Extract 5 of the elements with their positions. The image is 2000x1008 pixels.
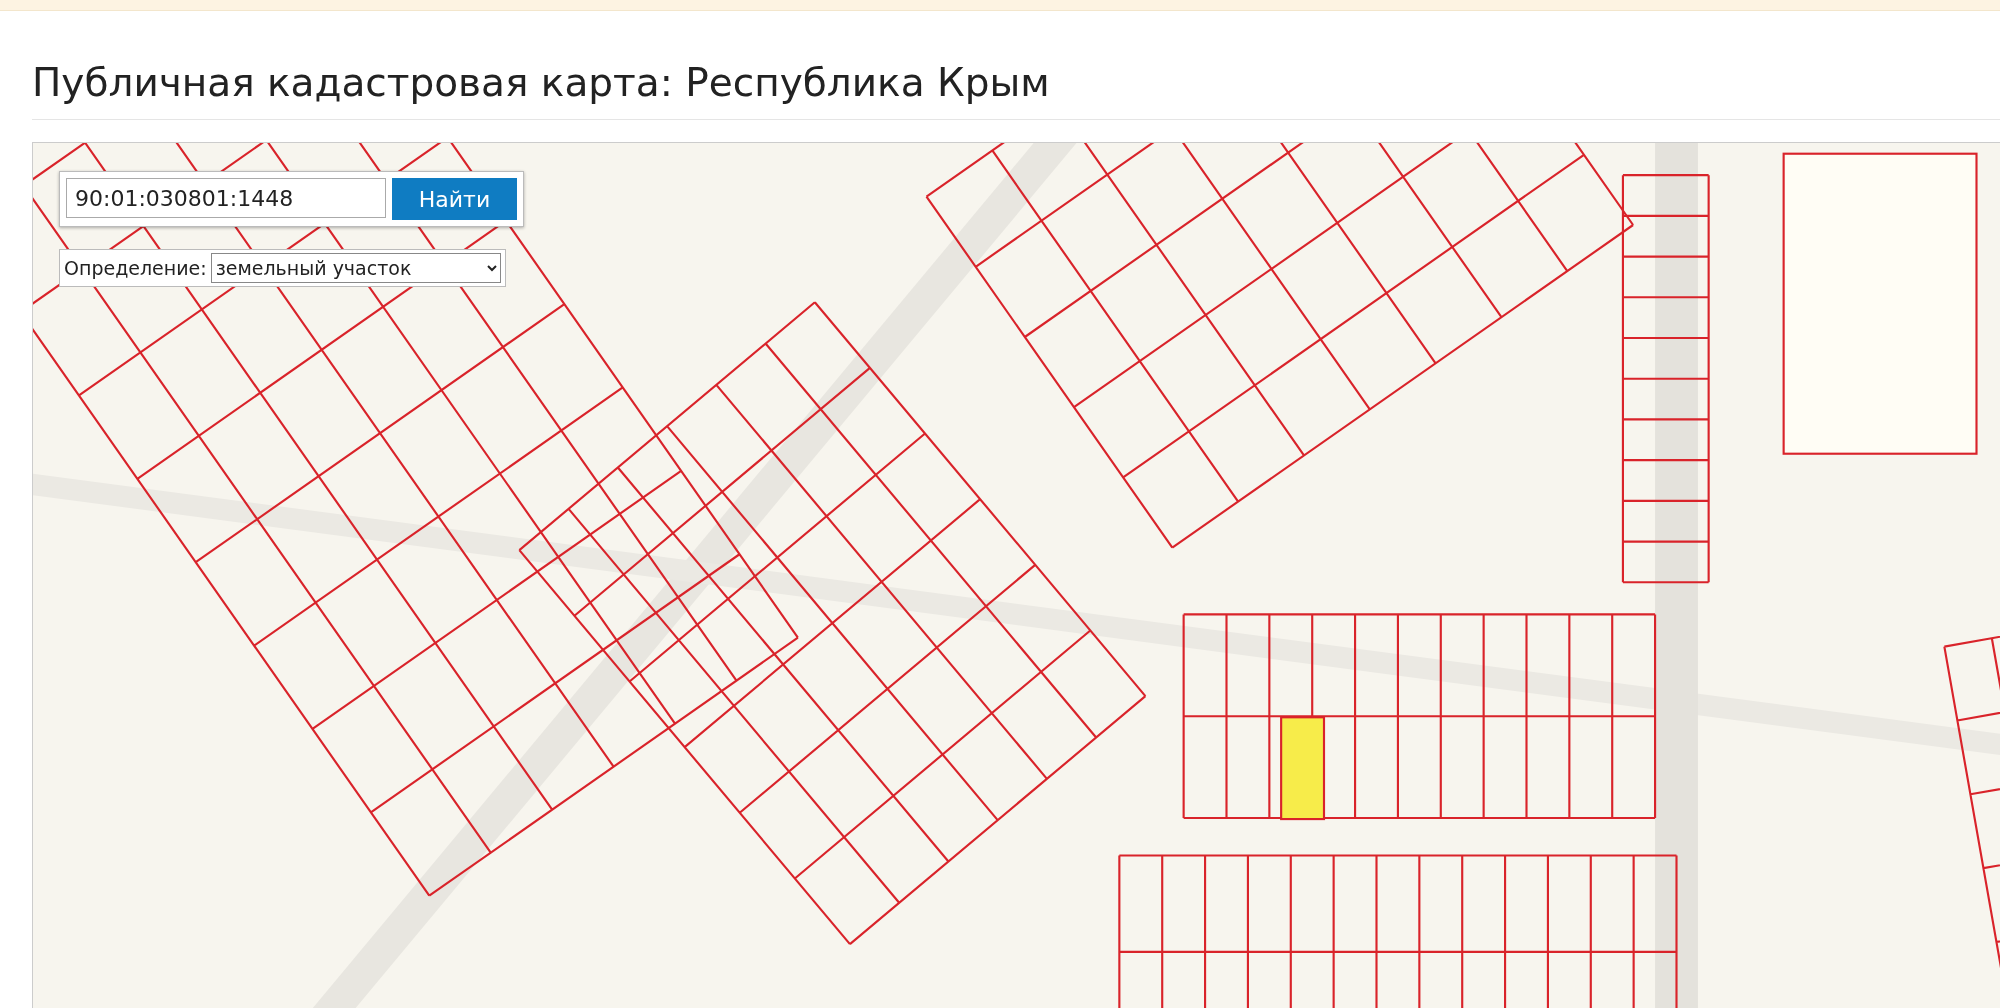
definition-select[interactable]: земельный участок xyxy=(210,253,501,283)
find-button[interactable]: Найти xyxy=(392,178,517,220)
page-title: Публичная кадастровая карта: Республика Крым xyxy=(32,59,1050,107)
cadastral-number-field[interactable]: 90:01:030801:1448 xyxy=(66,178,386,218)
definition-label: Определение: xyxy=(64,257,207,279)
